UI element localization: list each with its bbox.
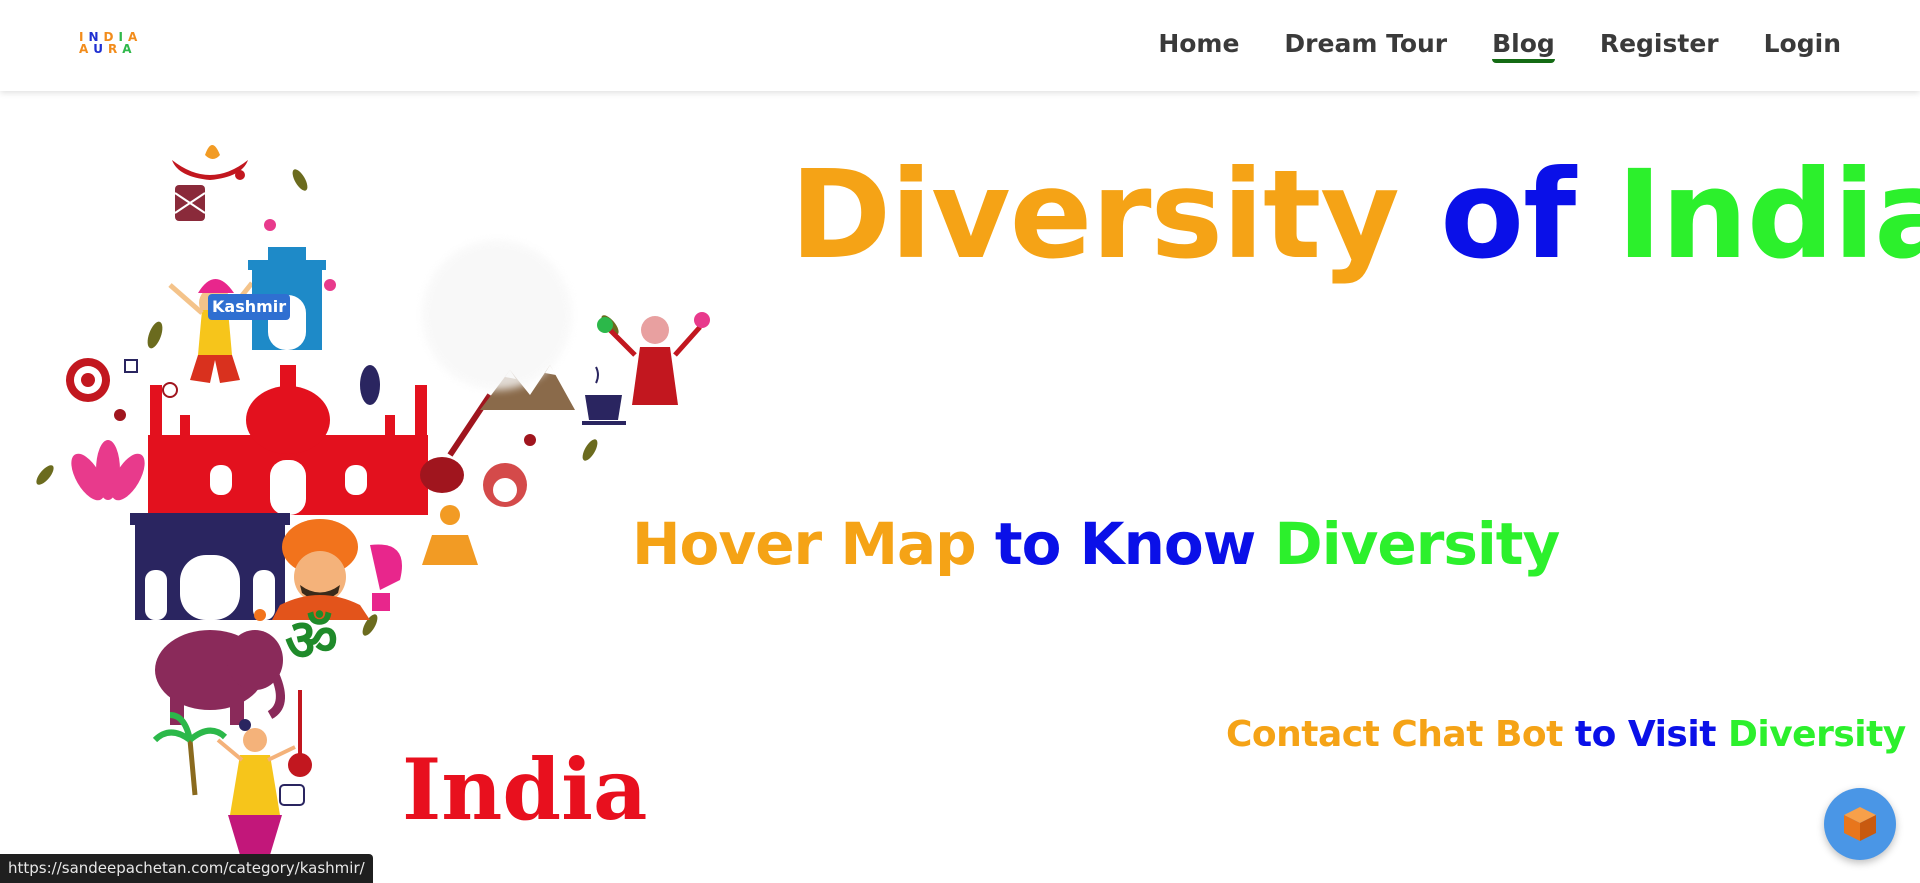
nav-login[interactable]: Login bbox=[1764, 24, 1841, 64]
map-caption: India bbox=[402, 754, 648, 826]
contact-heading-part: Diversity bbox=[1727, 714, 1906, 755]
cube-icon bbox=[1844, 807, 1876, 841]
india-map-collage: ॐ bbox=[36, 145, 710, 855]
india-map[interactable]: ॐ Kashmir bbox=[30, 115, 730, 855]
hero-title: Diversity of India bbox=[790, 145, 1920, 285]
hero-title-part: Diversity bbox=[790, 144, 1400, 286]
logo-letter: A bbox=[79, 42, 94, 56]
kalash-icon bbox=[370, 544, 402, 611]
link-status-bar: https://sandeepachetan.com/category/kash… bbox=[0, 854, 373, 883]
kathakali-icon bbox=[483, 463, 527, 507]
map-hover-highlight bbox=[422, 240, 572, 390]
hero-title-part: India bbox=[1616, 144, 1920, 286]
logo-letter: A bbox=[122, 42, 137, 56]
contact-chatbot-heading: Contact Chat Bot to Visit Diversity bbox=[1226, 710, 1906, 760]
contact-heading-part: to Visit bbox=[1574, 714, 1717, 755]
logo-letter: U bbox=[93, 42, 109, 56]
hover-heading-part: Diversity bbox=[1274, 510, 1561, 578]
turban-man-icon[interactable] bbox=[272, 519, 370, 620]
yoga-icon bbox=[422, 505, 478, 565]
main-nav: Home Dream Tour Blog Register Login bbox=[1158, 24, 1841, 64]
svg-text:ॐ: ॐ bbox=[285, 606, 338, 674]
hover-map-heading: Hover Map to Know Diversity bbox=[632, 505, 1561, 583]
sitar-icon bbox=[420, 393, 493, 493]
logo-letter: R bbox=[108, 42, 123, 56]
nav-register[interactable]: Register bbox=[1600, 24, 1719, 64]
elephant-icon[interactable] bbox=[155, 630, 285, 725]
navbar: INDIA AURA Home Dream Tour Blog Register… bbox=[0, 0, 1920, 91]
nav-dream-tour[interactable]: Dream Tour bbox=[1284, 24, 1447, 64]
target-icon bbox=[66, 358, 110, 402]
region-tooltip: Kashmir bbox=[208, 294, 291, 320]
contact-heading-part: Contact Chat Bot bbox=[1226, 714, 1563, 755]
hover-heading-part: to Know bbox=[994, 510, 1256, 578]
veena-icon bbox=[288, 690, 312, 777]
tea-cup-icon bbox=[582, 366, 626, 425]
nav-blog[interactable]: Blog bbox=[1492, 24, 1555, 64]
classical-dancer-icon[interactable] bbox=[216, 728, 296, 855]
om-icon: ॐ bbox=[285, 606, 338, 674]
gateway-of-india-icon[interactable] bbox=[130, 513, 290, 620]
nav-home[interactable]: Home bbox=[1158, 24, 1239, 64]
hover-heading-part: Hover Map bbox=[632, 510, 977, 578]
taj-mahal-icon[interactable] bbox=[148, 365, 428, 515]
india-aura-logo[interactable]: INDIA AURA bbox=[79, 31, 161, 55]
logo-line-2: AURA bbox=[79, 43, 161, 55]
dhol-icon[interactable] bbox=[174, 185, 206, 221]
palm-tree-icon bbox=[152, 712, 228, 796]
chat-bot-button[interactable] bbox=[1824, 788, 1896, 860]
hero-title-part: of bbox=[1440, 144, 1576, 286]
